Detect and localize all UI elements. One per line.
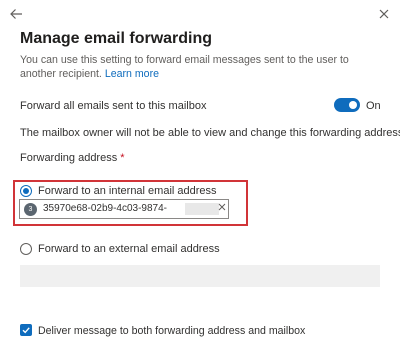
recipient-text: 35970e68-02b9-4c03-9874- <box>43 203 167 214</box>
close-icon <box>218 203 226 211</box>
redacted-region <box>185 203 219 215</box>
external-address-input[interactable] <box>20 265 380 287</box>
forward-all-label: Forward all emails sent to this mailbox <box>20 100 207 112</box>
back-button[interactable] <box>6 4 26 24</box>
description-text: You can use this setting to forward emai… <box>20 54 349 80</box>
remove-recipient-button[interactable] <box>216 202 228 216</box>
arrow-left-icon <box>10 9 22 19</box>
page-title: Manage email forwarding <box>20 30 213 47</box>
forwarding-address-label: Forwarding address * <box>20 152 125 164</box>
internal-address-label[interactable]: Forward to an internal email address <box>38 185 217 197</box>
avatar: 3 <box>24 203 37 216</box>
description: You can use this setting to forward emai… <box>20 53 380 81</box>
learn-more-link[interactable]: Learn more <box>105 68 159 80</box>
internal-address-radio[interactable] <box>20 185 32 197</box>
forwarding-address-label-text: Forwarding address <box>20 152 118 164</box>
internal-recipient-picker[interactable]: 3 35970e68-02b9-4c03-9874- <box>19 199 229 219</box>
external-address-radio[interactable] <box>20 243 32 255</box>
deliver-both-label: Deliver message to both forwarding addre… <box>38 325 306 337</box>
close-icon <box>379 9 389 19</box>
owner-note: The mailbox owner will not be able to vi… <box>20 127 400 139</box>
checkmark-icon <box>22 327 30 334</box>
required-marker: * <box>120 152 125 164</box>
close-button[interactable] <box>374 4 394 24</box>
external-address-label[interactable]: Forward to an external email address <box>38 243 220 255</box>
toggle-state-text: On <box>366 100 381 112</box>
forward-all-toggle[interactable] <box>334 98 360 112</box>
toggle-knob <box>349 101 357 109</box>
deliver-both-checkbox[interactable] <box>20 324 32 336</box>
